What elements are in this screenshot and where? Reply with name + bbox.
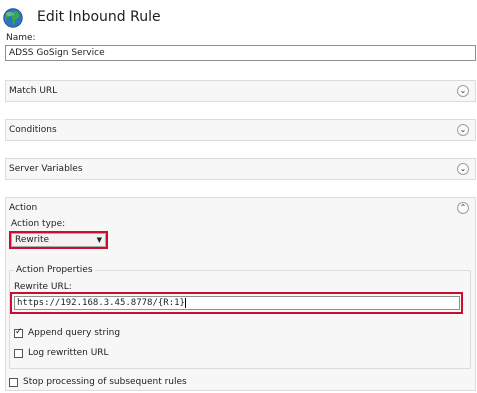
section-header-conditions[interactable]: Conditions ⌄: [6, 120, 475, 140]
append-query-string-option[interactable]: ✓ Append query string: [14, 326, 121, 338]
log-rewritten-url-checkbox[interactable]: [14, 348, 23, 358]
section-title-server-variables: Server Variables: [9, 164, 83, 174]
rewrite-url-label: Rewrite URL:: [14, 282, 72, 292]
action-type-label: Action type:: [11, 219, 66, 229]
section-header-action[interactable]: Action ⌃: [6, 198, 475, 218]
section-title-conditions: Conditions: [9, 125, 57, 135]
section-match-url: Match URL ⌄: [5, 80, 476, 102]
chevron-up-icon[interactable]: ⌃: [457, 202, 469, 214]
append-query-string-checkbox[interactable]: ✓: [14, 326, 23, 338]
name-input[interactable]: ADSS GoSign Service: [5, 45, 476, 61]
section-title-action: Action: [9, 203, 38, 213]
stop-processing-option[interactable]: Stop processing of subsequent rules: [9, 377, 187, 387]
highlight-box: [10, 292, 463, 314]
section-server-variables: Server Variables ⌄: [5, 158, 476, 180]
action-properties-legend: Action Properties: [14, 265, 95, 275]
log-rewritten-url-option[interactable]: Log rewritten URL: [14, 348, 109, 358]
globe-icon: [3, 8, 23, 28]
append-query-string-label: Append query string: [28, 328, 121, 338]
chevron-down-icon[interactable]: ⌄: [457, 85, 469, 97]
section-conditions: Conditions ⌄: [5, 119, 476, 141]
stop-processing-checkbox[interactable]: [9, 377, 18, 387]
section-title-match-url: Match URL: [9, 86, 58, 96]
chevron-down-icon[interactable]: ⌄: [457, 163, 469, 175]
chevron-down-icon[interactable]: ⌄: [457, 124, 469, 136]
stop-processing-label: Stop processing of subsequent rules: [23, 377, 187, 387]
name-label: Name:: [6, 33, 36, 43]
checkmark-icon: ✓: [15, 326, 23, 337]
section-header-server-variables[interactable]: Server Variables ⌄: [6, 159, 475, 179]
highlight-box: [9, 231, 108, 249]
page-title: Edit Inbound Rule: [37, 9, 161, 25]
log-rewritten-url-label: Log rewritten URL: [28, 348, 109, 358]
section-header-match-url[interactable]: Match URL ⌄: [6, 81, 475, 101]
